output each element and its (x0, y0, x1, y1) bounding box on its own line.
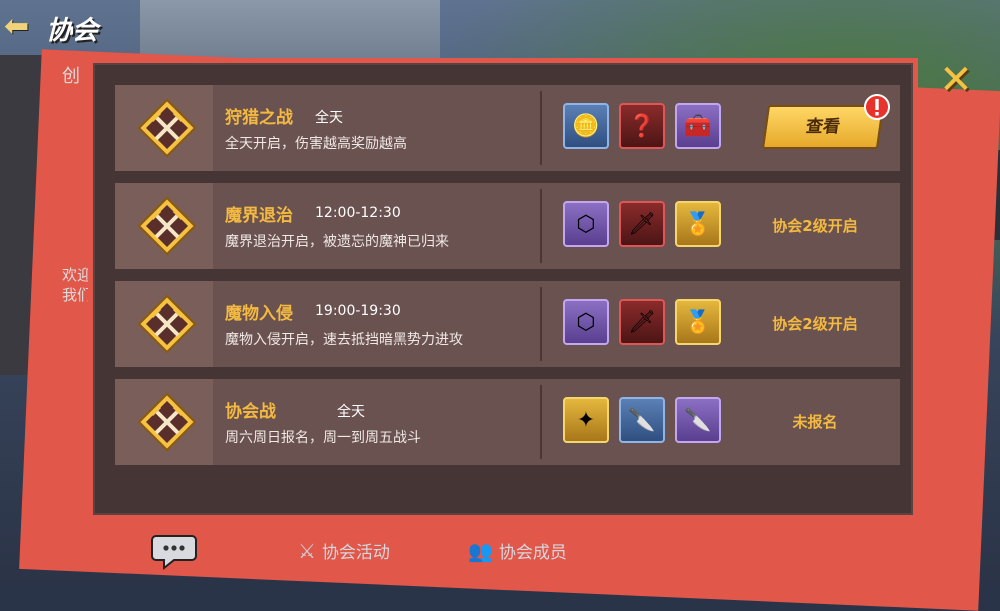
crossed-swords-icon (137, 294, 197, 354)
row-divider (540, 91, 542, 165)
dagger-icon[interactable]: 🔪 (619, 397, 665, 443)
crossed-swords-icon: ⚔ (298, 538, 316, 563)
guild-activities-panel: 狩猎之战 全天 全天开启，伤害越高奖励越高 🪙 ❓ 🧰 查看 魔界退治 12:00-1… (88, 58, 918, 520)
tab-guild-members[interactable]: 👥 协会成员 (468, 538, 567, 564)
dagger-icon[interactable]: 🔪 (675, 397, 721, 443)
dark-weapons-icon[interactable]: 🗡 (619, 201, 665, 247)
event-description: 周六周日报名，周一到周五战斗 (225, 430, 421, 446)
close-icon[interactable]: ✕ (936, 60, 976, 100)
gold-medal-icon[interactable]: 🏅 (675, 299, 721, 345)
event-row: 狩猎之战 全天 全天开启，伤害越高奖励越高 🪙 ❓ 🧰 查看 (115, 85, 900, 171)
event-emblem-frame (115, 85, 213, 171)
event-description: 魔界退治开启，被遗忘的魔神已归来 (225, 234, 449, 250)
jeweled-plate-icon[interactable]: ✦ (563, 397, 609, 443)
event-description: 全天开启，伤害越高奖励越高 (225, 136, 407, 152)
header: ⬅ 协会 (0, 0, 150, 55)
crossed-swords-icon (137, 392, 197, 452)
event-title: 魔物入侵 (225, 304, 293, 324)
event-status: 协会2级开启 (772, 217, 858, 235)
tab-label: 协会成员 (498, 543, 567, 563)
row-divider (540, 189, 542, 263)
page-title: 协会 (46, 16, 99, 46)
event-status: 协会2级开启 (772, 315, 858, 333)
row-divider (540, 385, 542, 459)
gold-coin-icon[interactable]: 🪙 (563, 103, 609, 149)
event-description: 魔物入侵开启，速去抵挡暗黑势力进攻 (225, 332, 463, 348)
event-time: 19:00-19:30 (315, 303, 401, 319)
event-time: 12:00-12:30 (315, 205, 401, 221)
row-divider (540, 287, 542, 361)
event-row: 魔物入侵 19:00-19:30 魔物入侵开启，速去抵挡暗黑势力进攻 ⬡ 🗡 🏅 协会… (115, 281, 900, 367)
members-icon: 👥 (468, 538, 493, 563)
event-row: 魔界退治 12:00-12:30 魔界退治开启，被遗忘的魔神已归来 ⬡ 🗡 🏅 协会2… (115, 183, 900, 269)
event-title: 魔界退治 (225, 206, 293, 226)
background-left-label: 创 (62, 66, 80, 87)
crossed-swords-icon (137, 98, 197, 158)
mystery-chest-icon[interactable]: ❓ (619, 103, 665, 149)
event-status: 未报名 (792, 413, 838, 431)
event-title: 协会战 (225, 402, 276, 422)
event-emblem-frame (115, 183, 213, 269)
event-emblem-frame (115, 281, 213, 367)
gold-medal-icon[interactable]: 🏅 (675, 201, 721, 247)
tab-guild-activities[interactable]: ⚔ 协会活动 (298, 538, 390, 564)
event-time: 全天 (315, 110, 343, 126)
guild-emblem-icon[interactable]: ⬡ (563, 299, 609, 345)
event-time: 全天 (337, 404, 365, 420)
treasure-chest-icon[interactable]: 🧰 (675, 103, 721, 149)
chat-icon[interactable] (150, 530, 198, 570)
dark-weapons-icon[interactable]: 🗡 (619, 299, 665, 345)
crossed-swords-icon (137, 196, 197, 256)
tab-label: 协会活动 (321, 543, 390, 563)
guild-emblem-icon[interactable]: ⬡ (563, 201, 609, 247)
event-emblem-frame (115, 379, 213, 465)
event-title: 狩猎之战 (225, 108, 293, 128)
event-row: 协会战 全天 周六周日报名，周一到周五战斗 ✦ 🔪 🔪 未报名 (115, 379, 900, 465)
back-arrow-icon[interactable]: ⬅ (4, 12, 48, 42)
alert-badge-icon (864, 94, 890, 120)
